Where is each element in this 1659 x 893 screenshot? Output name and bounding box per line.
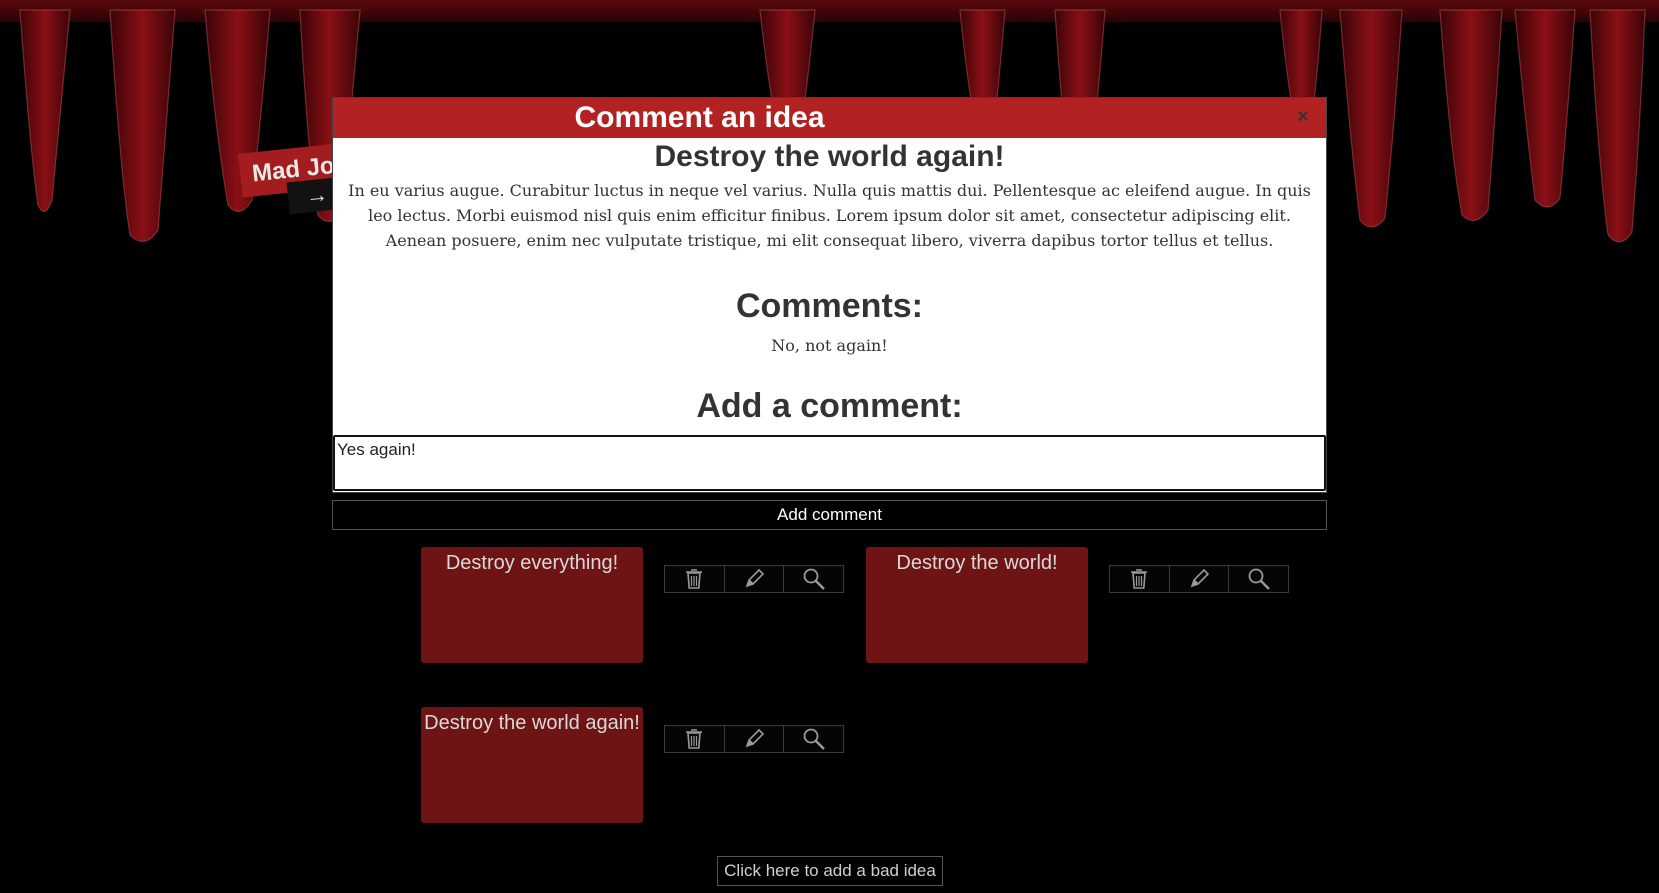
magnifier-icon <box>1248 568 1270 590</box>
edit-button[interactable] <box>1169 565 1230 593</box>
pencil-icon <box>745 728 765 748</box>
idea-toolbar <box>1109 565 1290 595</box>
idea-card[interactable]: Destroy the world! <box>866 547 1088 663</box>
magnifier-icon <box>803 728 825 750</box>
comment-input[interactable] <box>333 435 1326 491</box>
trash-icon <box>1131 569 1148 589</box>
view-button[interactable] <box>784 725 845 753</box>
modal-header: Comment an idea × <box>333 98 1326 138</box>
add-idea-button[interactable]: Click here to add a bad idea <box>717 856 943 886</box>
idea-toolbar <box>664 565 845 595</box>
idea-card[interactable]: Destroy everything! <box>421 547 643 663</box>
view-button[interactable] <box>784 565 845 593</box>
idea-toolbar <box>664 725 845 755</box>
modal-title: Comment an idea <box>574 101 825 134</box>
delete-button[interactable] <box>664 725 725 753</box>
comment-modal: Comment an idea × Destroy the world agai… <box>332 97 1327 493</box>
edit-button[interactable] <box>724 565 785 593</box>
pencil-icon <box>745 568 765 588</box>
logo-arrow-icon: → <box>286 177 338 215</box>
idea-title: Destroy the world again! <box>654 140 1005 173</box>
add-comment-heading: Add a comment: <box>696 387 963 425</box>
trash-icon <box>686 729 703 749</box>
idea-card[interactable]: Destroy the world again! <box>421 707 643 823</box>
magnifier-icon <box>803 568 825 590</box>
idea-description: In eu varius augue. Curabitur luctus in … <box>348 181 1311 250</box>
edit-button[interactable] <box>724 725 785 753</box>
view-button[interactable] <box>1229 565 1290 593</box>
comments-heading: Comments: <box>735 287 924 325</box>
add-comment-button[interactable]: Add comment <box>332 500 1327 530</box>
pencil-icon <box>1190 568 1210 588</box>
delete-button[interactable] <box>664 565 725 593</box>
comment-item: No, not again! <box>771 336 888 355</box>
close-icon[interactable]: × <box>1294 98 1312 138</box>
trash-icon <box>686 569 703 589</box>
delete-button[interactable] <box>1109 565 1170 593</box>
